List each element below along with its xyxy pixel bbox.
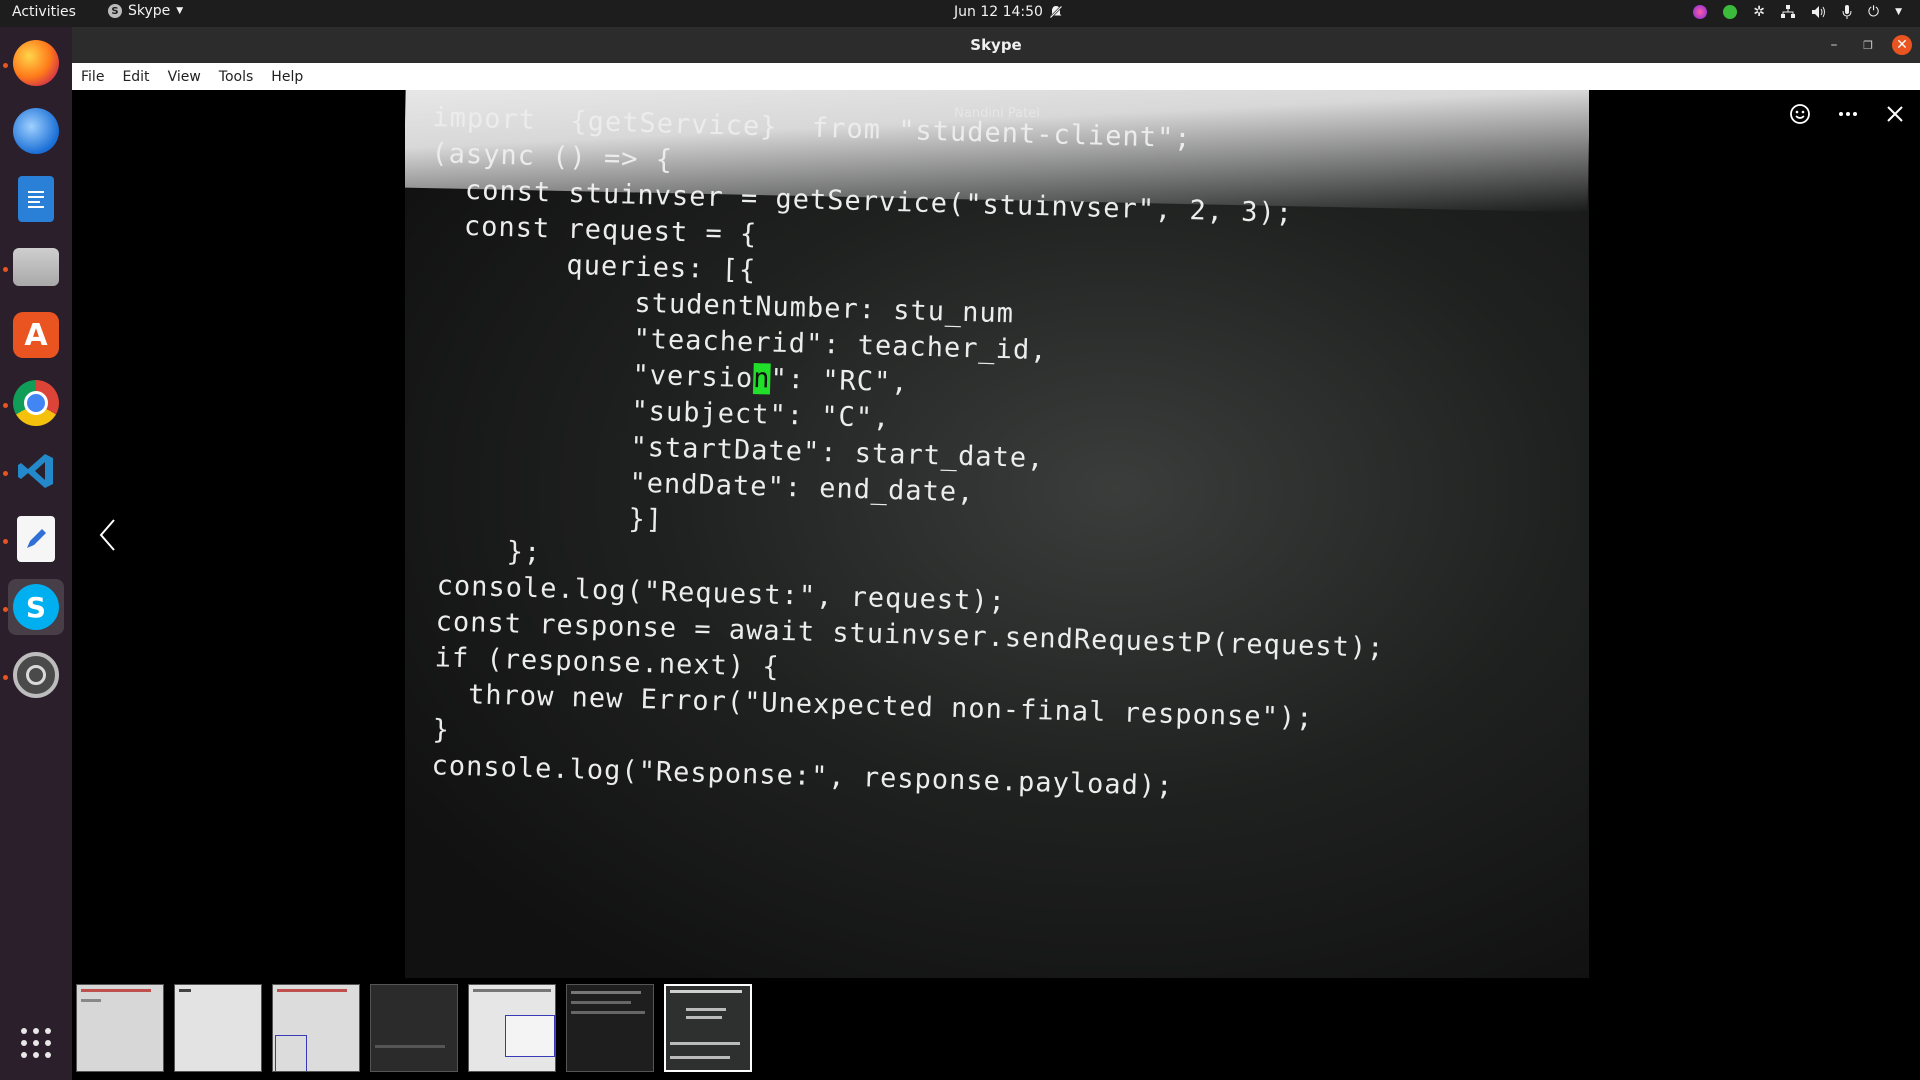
show-apps-button[interactable] [8, 1015, 64, 1071]
close-window-button[interactable]: ✕ [1892, 35, 1912, 55]
app-menu-label: Skype [128, 3, 171, 19]
dock-text-editor[interactable] [8, 511, 64, 567]
shield-check-icon[interactable] [1723, 5, 1738, 19]
menu-file[interactable]: File [72, 69, 113, 85]
dock-settings[interactable] [8, 647, 64, 703]
window-title: Skype [970, 36, 1022, 54]
running-indicator [3, 403, 8, 408]
dock-skype[interactable]: S [8, 579, 64, 635]
previous-image-button[interactable] [92, 515, 122, 555]
text-editor-icon [17, 516, 55, 562]
thumbnail[interactable] [566, 984, 654, 1072]
close-icon [1887, 106, 1903, 122]
dock: A S [0, 27, 72, 1080]
dock-app-center[interactable]: A [8, 307, 64, 363]
window-titlebar[interactable]: Skype – ❐ ✕ [72, 27, 1920, 63]
dock-chrome[interactable] [8, 375, 64, 431]
react-button[interactable] [1784, 98, 1816, 130]
microphone-icon[interactable] [1842, 5, 1852, 19]
running-indicator [3, 63, 8, 68]
vscode-icon [13, 448, 59, 494]
emoji-icon [1790, 104, 1810, 124]
menu-help[interactable]: Help [262, 69, 312, 85]
restore-button[interactable]: ❐ [1858, 35, 1878, 55]
thumbnail[interactable] [76, 984, 164, 1072]
dock-firefox[interactable] [8, 35, 64, 91]
menu-bar: File Edit View Tools Help [72, 63, 1920, 90]
volume-icon[interactable] [1811, 5, 1826, 19]
dock-thunderbird[interactable] [8, 103, 64, 159]
more-options-button[interactable] [1832, 98, 1864, 130]
dock-files[interactable] [8, 239, 64, 295]
thunderbird-icon [13, 108, 59, 154]
chrome-icon [13, 380, 59, 426]
thumbnail[interactable] [272, 984, 360, 1072]
skype-icon: S [13, 584, 59, 630]
extension-icon[interactable]: ✲ [1753, 4, 1765, 20]
running-indicator [3, 539, 8, 544]
running-indicator [3, 267, 8, 272]
menu-tools[interactable]: Tools [210, 69, 263, 85]
text-cursor: n [752, 363, 771, 395]
chevron-down-icon[interactable]: ▼ [1895, 7, 1902, 17]
code-photo-text: import {getService} from "student-client… [414, 100, 1399, 811]
thumbnail[interactable] [370, 984, 458, 1072]
color-app-icon[interactable] [1693, 5, 1708, 19]
running-indicator [3, 675, 8, 680]
ellipsis-icon [1839, 112, 1857, 116]
writer-icon [18, 176, 54, 222]
shared-image[interactable]: Nandini Patel import {getService} from "… [405, 90, 1589, 978]
dock-vscode[interactable] [8, 443, 64, 499]
menu-view[interactable]: View [159, 69, 210, 85]
thumbnail[interactable] [174, 984, 262, 1072]
network-icon[interactable] [1781, 5, 1795, 19]
activities-button[interactable]: Activities [12, 4, 76, 20]
app-menu[interactable]: S Skype ▼ [108, 3, 183, 19]
skype-small-icon: S [108, 4, 122, 18]
files-icon [13, 248, 59, 286]
code-line-version-head: "versio [425, 353, 754, 395]
thumbnail-selected[interactable] [664, 984, 752, 1072]
thumbnail-strip [72, 980, 1920, 1080]
thumbnail[interactable] [468, 984, 556, 1072]
dock-writer[interactable] [8, 171, 64, 227]
minimize-button[interactable]: – [1824, 35, 1844, 55]
system-tray[interactable]: ✲ ⏻ ▼ [1693, 4, 1902, 20]
settings-icon [13, 652, 59, 698]
chevron-left-icon [99, 519, 115, 551]
firefox-icon [13, 40, 59, 86]
running-indicator [3, 607, 8, 612]
show-apps-icon [21, 1028, 51, 1058]
power-icon[interactable]: ⏻ [1868, 4, 1879, 20]
notifications-muted-icon [1049, 5, 1063, 19]
menu-edit[interactable]: Edit [113, 69, 158, 85]
clock[interactable]: Jun 12 14:50 [954, 4, 1063, 20]
clock-label: Jun 12 14:50 [954, 4, 1043, 20]
app-center-icon: A [13, 312, 59, 358]
chevron-down-icon: ▼ [176, 6, 184, 16]
top-bar: Activities S Skype ▼ Jun 12 14:50 ✲ ⏻ ▼ [0, 0, 1920, 27]
code-line-version-tail: ": "RC", [770, 363, 909, 399]
running-indicator [3, 471, 8, 476]
close-viewer-button[interactable] [1879, 98, 1911, 130]
